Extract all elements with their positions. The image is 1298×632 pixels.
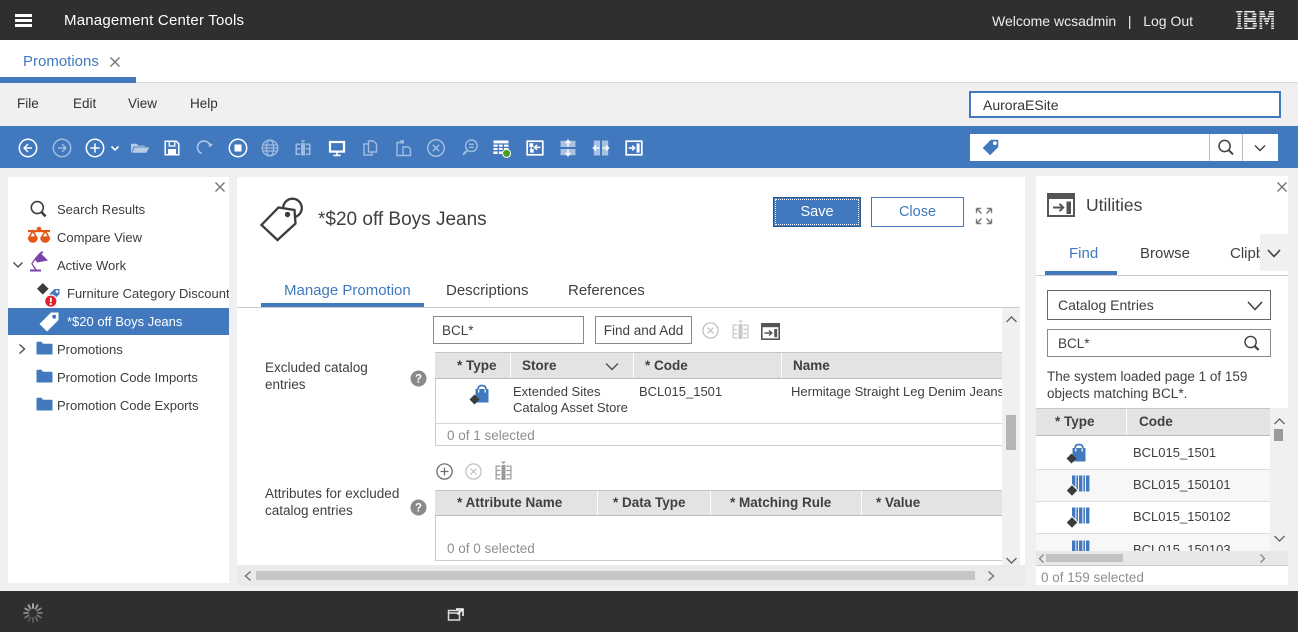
svg-text:?: ? — [415, 502, 422, 514]
svg-text:?: ? — [415, 373, 422, 385]
